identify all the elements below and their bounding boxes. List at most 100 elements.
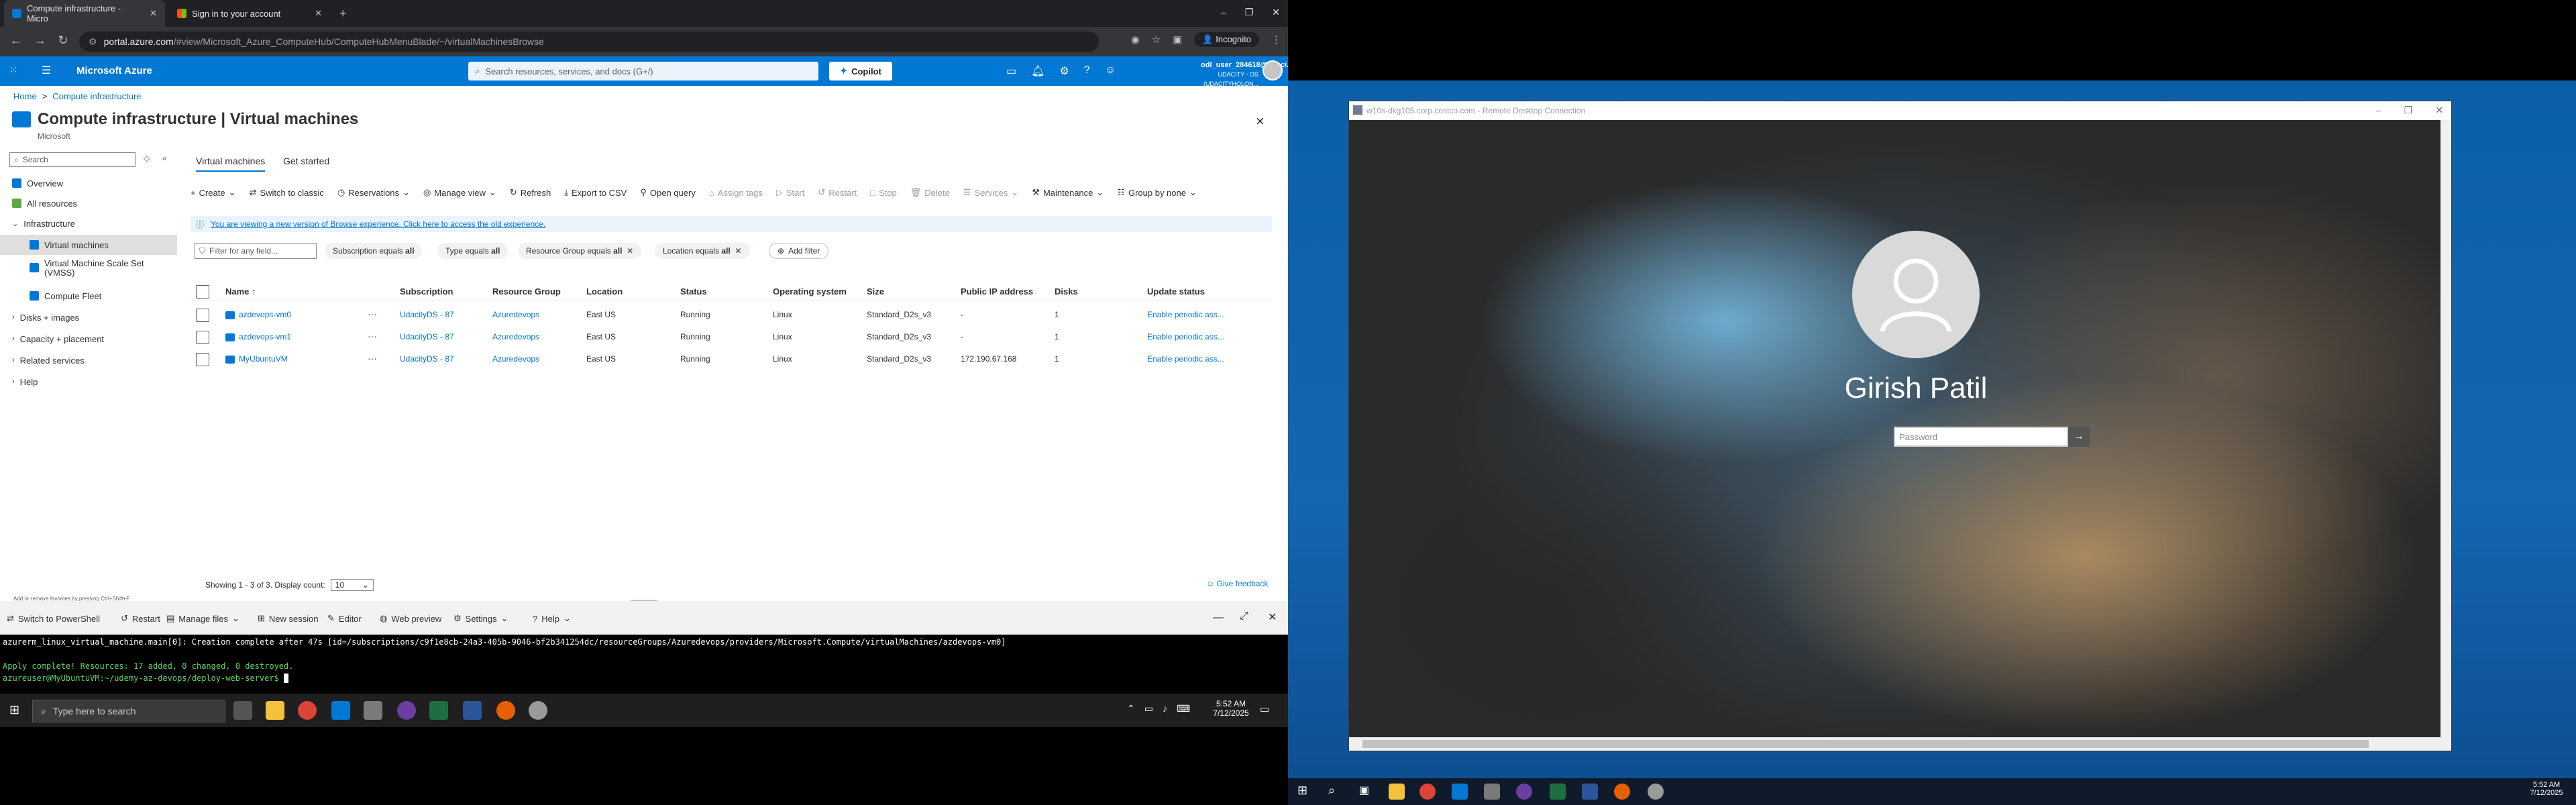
extensions-icon[interactable]: ▣: [1173, 34, 1182, 46]
snipping-tool-icon[interactable]: [1484, 784, 1500, 800]
give-feedback-link[interactable]: ☺ Give feedback: [1206, 579, 1268, 588]
rdp-vertical-scrollbar[interactable]: [2440, 120, 2451, 739]
rg-filter-pill[interactable]: Resource Group equals all ✕: [518, 243, 642, 259]
excel-icon[interactable]: [1550, 784, 1566, 800]
feedback-icon[interactable]: ☺: [1105, 64, 1116, 78]
col-disks[interactable]: Disks: [1055, 286, 1078, 297]
subscription-link[interactable]: UdacityDS - 87: [400, 310, 454, 319]
notifications-icon[interactable]: 🔔︎: [1031, 64, 1044, 78]
new-tab-icon[interactable]: +: [331, 0, 355, 27]
col-update-status[interactable]: Update status: [1147, 286, 1205, 297]
submit-arrow-icon[interactable]: →: [2068, 427, 2090, 447]
editor-button[interactable]: ✎ Editor: [327, 613, 362, 624]
hamburger-menu-icon[interactable]: ☰: [42, 64, 51, 77]
select-all-checkbox[interactable]: [196, 285, 209, 299]
settings-gear-icon[interactable]: ⚙: [1059, 64, 1069, 78]
new-session-button[interactable]: ⊞ New session: [258, 613, 319, 624]
col-location[interactable]: Location: [586, 286, 623, 297]
col-os[interactable]: Operating system: [773, 286, 847, 297]
copilot-button[interactable]: ✦ Copilot: [829, 62, 892, 80]
row-checkbox[interactable]: [196, 353, 209, 366]
update-status-link[interactable]: Enable periodic ass...: [1147, 310, 1224, 319]
refresh-button[interactable]: ↻ Refresh: [510, 187, 551, 198]
col-subscription[interactable]: Subscription: [400, 286, 453, 297]
reservations-button[interactable]: ◷ Reservations ⌄: [337, 187, 410, 198]
restore-icon[interactable]: ❐: [2404, 105, 2413, 116]
sidebar-item-all-resources[interactable]: All resources: [0, 193, 177, 213]
account-info[interactable]: odl_user_284618@udaci... UDACITY - OS (U…: [1201, 60, 1293, 89]
password-input[interactable]: Password: [1894, 427, 2068, 447]
snipping-tool-icon[interactable]: [364, 701, 382, 720]
excel-icon[interactable]: [429, 701, 448, 720]
vpn-icon[interactable]: [1582, 784, 1598, 800]
col-name[interactable]: Name ↑: [225, 286, 256, 297]
tab-get-started[interactable]: Get started: [283, 156, 329, 166]
type-filter-pill[interactable]: Type equals all: [437, 243, 508, 259]
close-tab-icon[interactable]: ✕: [150, 8, 157, 19]
assign-tags-button[interactable]: ⌂ Assign tags: [709, 188, 763, 198]
sidebar-item-infrastructure[interactable]: ⌄ Infrastructure: [0, 213, 177, 233]
vm-name-link[interactable]: azdevops-vm0: [225, 310, 291, 319]
display-count-select[interactable]: 10 ⌄: [330, 579, 374, 591]
firefox-icon[interactable]: [1614, 784, 1630, 800]
subscription-link[interactable]: UdacityDS - 87: [400, 332, 454, 341]
vm-name-link[interactable]: azdevops-vm1: [225, 332, 291, 341]
sidebar-item-overview[interactable]: Overview: [0, 173, 177, 193]
close-tab-icon[interactable]: ✕: [315, 8, 322, 19]
collapse-icon[interactable]: «: [162, 154, 167, 163]
firefox-icon[interactable]: [496, 701, 515, 720]
system-tray[interactable]: ⌃ ▭ ♪ ⌨: [1127, 703, 1190, 714]
col-public-ip[interactable]: Public IP address: [961, 286, 1033, 297]
rdp-titlebar[interactable]: w10s-dkg105.corp.costco.com - Remote Des…: [1349, 101, 2451, 120]
azure-search-input[interactable]: ⌕ Search resources, services, and docs (…: [468, 62, 818, 80]
location-filter-pill[interactable]: Location equals all ✕: [655, 243, 750, 259]
old-experience-link[interactable]: You are viewing a new version of Browse …: [211, 219, 545, 229]
app-launcher-icon[interactable]: ⁙: [9, 64, 17, 76]
taskbar-clock[interactable]: 5:52 AM 7/12/2025: [1208, 699, 1254, 718]
task-view-icon[interactable]: ▣: [1359, 784, 1369, 797]
col-size[interactable]: Size: [867, 286, 884, 297]
group-by-button[interactable]: ☷ Group by none ⌄: [1117, 187, 1197, 198]
remove-filter-icon[interactable]: ✕: [627, 246, 633, 256]
rdp-horizontal-scrollbar[interactable]: [1349, 737, 2451, 751]
notification-center-icon[interactable]: ▭: [1260, 703, 1269, 715]
sidebar-item-vmss[interactable]: Virtual Machine Scale Set (VMSS): [0, 259, 177, 283]
file-explorer-icon[interactable]: [266, 701, 284, 720]
avatar[interactable]: [1263, 60, 1283, 80]
taskbar-search-input[interactable]: ⌕ Type here to search: [32, 700, 225, 722]
sidebar-item-help[interactable]: › Help: [0, 372, 177, 392]
export-csv-button[interactable]: ⤓ Export to CSV: [564, 187, 627, 198]
close-shell-icon[interactable]: ✕: [1268, 610, 1277, 624]
outlook-icon[interactable]: [331, 701, 350, 720]
subscription-filter-pill[interactable]: Subscription equals all: [325, 243, 423, 259]
breadcrumb-compute[interactable]: Compute infrastructure: [52, 91, 141, 101]
rg-link[interactable]: Azuredevops: [492, 310, 539, 319]
windows-start-icon[interactable]: ⊞: [1297, 784, 1307, 798]
shell-settings-button[interactable]: ⚙ Settings ⌄: [453, 613, 508, 624]
minimize-shell-icon[interactable]: —: [1213, 612, 1224, 624]
maintenance-button[interactable]: ⚒ Maintenance ⌄: [1032, 187, 1104, 198]
eclipse-icon[interactable]: [1516, 784, 1532, 800]
terminal[interactable]: azurerm_linux_virtual_machine.main[0]: C…: [0, 635, 1288, 688]
remote-clock[interactable]: 5:52 AM 7/12/2025: [2526, 781, 2567, 797]
expand-icon[interactable]: ◇: [144, 154, 150, 163]
back-icon[interactable]: ←: [8, 34, 24, 48]
close-window-icon[interactable]: ✕: [1272, 7, 1280, 18]
rg-link[interactable]: Azuredevops: [492, 354, 539, 364]
manage-files-button[interactable]: ▤ Manage files ⌄: [166, 613, 239, 624]
minimize-icon[interactable]: –: [2376, 105, 2381, 116]
help-icon[interactable]: ?: [1084, 64, 1090, 78]
remote-app-icon[interactable]: [529, 701, 547, 720]
shell-restart-button[interactable]: ↺ Restart: [121, 613, 160, 624]
update-status-link[interactable]: Enable periodic ass...: [1147, 354, 1224, 364]
update-status-link[interactable]: Enable periodic ass...: [1147, 332, 1224, 341]
bookmark-star-icon[interactable]: ☆: [1152, 34, 1161, 46]
forward-icon[interactable]: →: [32, 34, 48, 48]
browser-tab-compute[interactable]: Compute infrastructure - Micro ✕: [4, 0, 165, 27]
web-preview-button[interactable]: ◍ Web preview: [380, 613, 441, 624]
close-window-icon[interactable]: ✕: [2435, 105, 2443, 116]
eclipse-icon[interactable]: [397, 701, 416, 720]
open-query-button[interactable]: ⚲ Open query: [640, 187, 695, 198]
col-status[interactable]: Status: [680, 286, 707, 297]
sidebar-search-input[interactable]: ⌕ Search: [9, 152, 136, 167]
